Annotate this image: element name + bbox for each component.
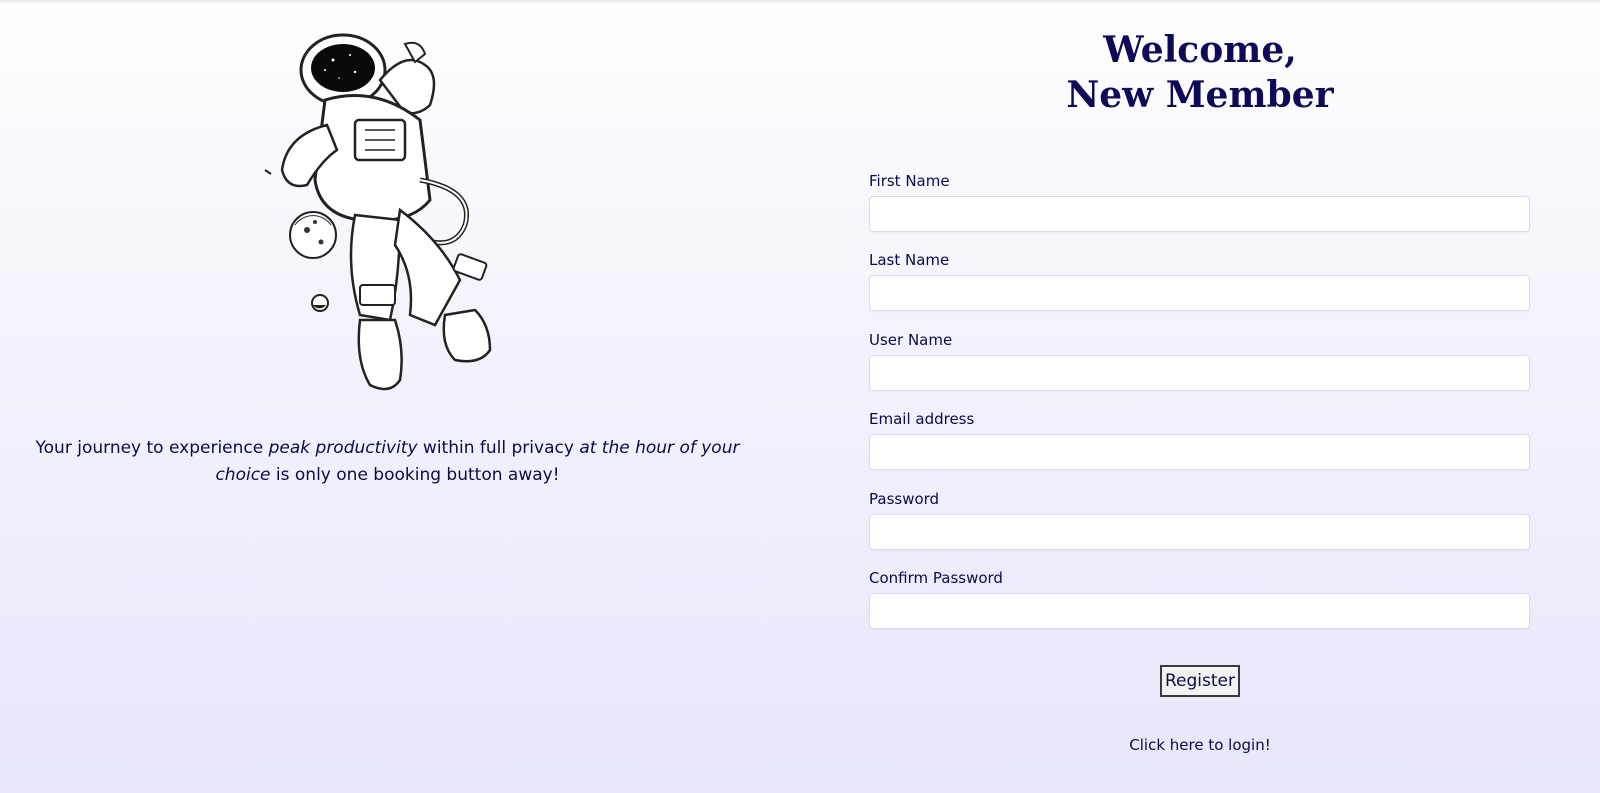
title-line-1: Welcome, xyxy=(1103,29,1297,71)
first-name-group: First Name xyxy=(869,172,1530,232)
title-line-2: New Member xyxy=(1066,74,1334,116)
tagline-part1: Your journey to experience xyxy=(35,438,269,458)
confirm-password-input[interactable] xyxy=(869,593,1530,629)
tagline-part3: is only one booking button away! xyxy=(270,465,560,485)
user-name-input[interactable] xyxy=(869,355,1530,391)
confirm-password-label: Confirm Password xyxy=(869,569,1003,587)
password-group: Password xyxy=(869,490,1530,550)
page-title: Welcome, New Member xyxy=(868,28,1532,118)
register-button[interactable]: Register xyxy=(1160,665,1240,697)
user-name-label: User Name xyxy=(869,331,953,349)
last-name-label: Last Name xyxy=(869,251,950,269)
tagline-emphasis-productivity: peak productivity xyxy=(268,438,418,458)
astronaut-illustration xyxy=(264,33,492,391)
hero-tagline: Your journey to experience peak producti… xyxy=(20,435,755,489)
tagline-part2: within full privacy xyxy=(417,438,580,458)
login-link[interactable]: Click here to login! xyxy=(868,736,1532,754)
email-label: Email address xyxy=(869,410,975,428)
hero-section: Your journey to experience peak producti… xyxy=(0,0,775,793)
password-label: Password xyxy=(869,490,940,508)
confirm-password-group: Confirm Password xyxy=(869,569,1530,629)
first-name-label: First Name xyxy=(869,172,950,190)
last-name-input[interactable] xyxy=(869,275,1530,311)
password-input[interactable] xyxy=(869,514,1530,550)
registration-form: Welcome, New Member First Name Last Name… xyxy=(868,0,1532,793)
last-name-group: Last Name xyxy=(869,251,1530,311)
user-name-group: User Name xyxy=(869,331,1530,391)
email-input[interactable] xyxy=(869,434,1530,470)
email-group: Email address xyxy=(869,410,1530,470)
first-name-input[interactable] xyxy=(869,196,1530,232)
